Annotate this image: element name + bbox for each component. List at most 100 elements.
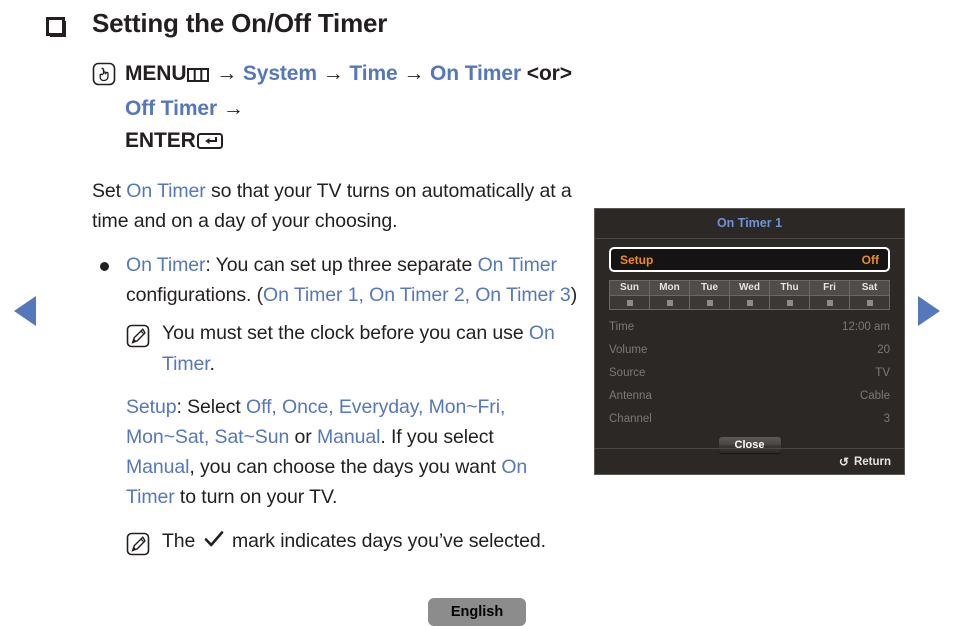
setup-option-manual: Manual (316, 426, 381, 448)
note-text-clock: You must set the clock before you can us… (162, 318, 582, 380)
setup-part4: , you can choose the days you want (189, 456, 502, 478)
bullet-part3: ) (570, 284, 578, 306)
setup-description: Setup: Select Off, Once, Everyday, Mon~F… (126, 392, 566, 512)
menu-grid-icon (187, 61, 210, 93)
bullet-part2: configurations. ( (126, 284, 264, 306)
setup-link: Setup (126, 396, 177, 418)
intro-part1: Set (92, 180, 127, 202)
osd-row-value: 20 (877, 343, 890, 356)
osd-row-channel[interactable]: Channel 3 (609, 407, 890, 430)
bullet-link-4: On Timer 2 (369, 284, 465, 306)
heading-square-bullet-icon (46, 17, 66, 37)
osd-footer: ↺ Return (595, 448, 904, 474)
osd-body: Setup Off Sun Mon Tue Wed Thu Fri Sat Ti… (595, 247, 904, 453)
setup-part2: or (289, 426, 317, 448)
note-block-check: The mark indicates days you’ve selected. (126, 526, 592, 558)
osd-day-label: Sat (850, 281, 889, 296)
path-step-system: System (242, 62, 317, 85)
osd-day-thu[interactable]: Thu (770, 281, 810, 309)
osd-row-volume[interactable]: Volume 20 (609, 338, 890, 361)
note-pencil-icon (126, 532, 150, 556)
setup-option-satsun: Sat~Sun (214, 426, 290, 448)
osd-setup-value: Off (861, 252, 879, 267)
path-arrow-4: → (222, 97, 244, 120)
bullet-link-3: On Timer 1 (263, 284, 359, 306)
osd-day-selector[interactable]: Sun Mon Tue Wed Thu Fri Sat (609, 280, 890, 310)
osd-setup-row[interactable]: Setup Off (609, 247, 890, 272)
path-step-on-timer: On Timer (430, 62, 522, 85)
note-pencil-icon (126, 324, 150, 348)
osd-day-wed[interactable]: Wed (730, 281, 770, 309)
osd-day-checkbox[interactable] (690, 296, 729, 309)
osd-day-sat[interactable]: Sat (850, 281, 889, 309)
setup-option-once: Once (282, 396, 329, 418)
osd-day-label: Mon (650, 281, 689, 296)
osd-day-checkbox[interactable] (650, 296, 689, 309)
menu-word: MENU (125, 62, 187, 85)
setup-option-monfri: Mon~Fri (428, 396, 500, 418)
path-arrow-3: → (403, 62, 425, 85)
note2-part2: mark indicates days you’ve selected. (226, 530, 546, 552)
osd-row-value: 12:00 am (842, 320, 890, 333)
return-arrow-icon: ↺ (838, 454, 849, 469)
setup-part5: to turn on your TV. (174, 486, 338, 508)
menu-path-block: MENU → System → Time → On Timer <or> Off… (92, 58, 592, 160)
osd-row-source[interactable]: Source TV (609, 361, 890, 384)
intro-link-on-timer: On Timer (126, 180, 206, 202)
enter-return-icon (196, 128, 223, 160)
bullet-link-2: On Timer (477, 254, 557, 276)
language-button[interactable]: English (428, 598, 526, 626)
osd-day-mon[interactable]: Mon (650, 281, 690, 309)
bullet-dot-icon (100, 262, 109, 271)
setup-part3: . If you select (380, 426, 494, 448)
osd-row-value: TV (875, 366, 890, 379)
press-button-icon (92, 62, 116, 86)
path-step-time: Time (349, 62, 398, 85)
setup-sep1: , (271, 396, 283, 418)
osd-row-label: Time (609, 320, 635, 333)
osd-row-value: 3 (883, 412, 890, 425)
page-heading: Setting the On/Off Timer (46, 8, 387, 39)
setup-sep2: , (328, 396, 339, 418)
setup-link-manual-2: Manual (126, 456, 190, 478)
setup-part1: : Select (176, 396, 247, 418)
prev-page-arrow[interactable] (14, 296, 36, 326)
osd-row-label: Volume (609, 343, 648, 356)
note1-part2: . (209, 353, 215, 375)
next-page-arrow[interactable] (918, 296, 940, 326)
osd-day-label: Fri (810, 281, 849, 296)
note1-part1: You must set the clock before you can us… (162, 322, 529, 344)
osd-day-checkbox[interactable] (810, 296, 849, 309)
osd-day-tue[interactable]: Tue (690, 281, 730, 309)
setup-option-monsat: Mon~Sat (126, 426, 204, 448)
osd-day-checkbox[interactable] (730, 296, 769, 309)
osd-row-antenna[interactable]: Antenna Cable (609, 384, 890, 407)
bullet-text: On Timer: You can set up three separate … (126, 250, 582, 310)
osd-day-checkbox[interactable] (770, 296, 809, 309)
note2-part1: The (162, 530, 201, 552)
menu-path-text: MENU → System → Time → On Timer <or> Off… (125, 58, 592, 160)
osd-title: On Timer 1 (595, 209, 904, 239)
osd-row-time[interactable]: Time 12:00 am (609, 315, 890, 338)
osd-day-checkbox[interactable] (610, 296, 649, 309)
osd-day-label: Thu (770, 281, 809, 296)
osd-day-fri[interactable]: Fri (810, 281, 850, 309)
osd-day-sun[interactable]: Sun (610, 281, 650, 309)
setup-sep4: , (499, 396, 506, 418)
note-block-clock: You must set the clock before you can us… (126, 318, 592, 380)
check-mark-icon (204, 527, 224, 558)
osd-day-label: Wed (730, 281, 769, 296)
path-or-text: <or> (526, 62, 572, 85)
setup-option-everyday: Everyday (338, 396, 418, 418)
osd-row-label: Channel (609, 412, 652, 425)
osd-row-label: Source (609, 366, 646, 379)
page-title: Setting the On/Off Timer (92, 8, 388, 38)
list-item: On Timer: You can set up three separate … (92, 250, 592, 310)
enter-word: ENTER (125, 129, 196, 152)
osd-day-label: Sun (610, 281, 649, 296)
path-arrow-1: → (216, 62, 238, 85)
osd-day-checkbox[interactable] (850, 296, 889, 309)
return-label[interactable]: Return (854, 456, 891, 468)
path-arrow-2: → (322, 62, 344, 85)
note-text-check: The mark indicates days you’ve selected. (162, 526, 582, 558)
